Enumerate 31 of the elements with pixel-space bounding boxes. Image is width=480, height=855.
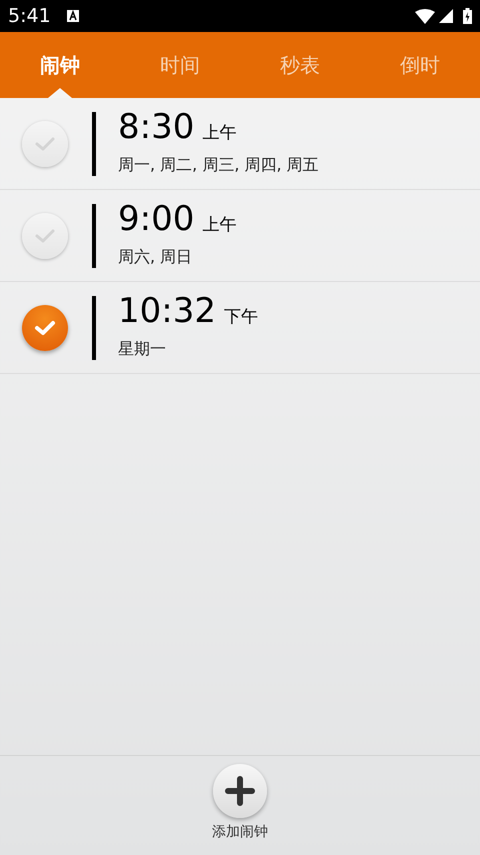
selected-tab-indicator: [48, 88, 72, 98]
alarm-toggle[interactable]: [22, 212, 68, 258]
divider-bar: [92, 296, 96, 360]
tab[interactable]: 闹钟: [0, 32, 120, 98]
battery-icon: [463, 8, 472, 24]
wifi-icon: [415, 8, 435, 24]
divider-bar: [92, 112, 96, 176]
checkmark-icon: [34, 320, 56, 336]
alarm-toggle[interactable]: [22, 304, 68, 350]
notification-icon: [66, 10, 79, 22]
alarm-time: 9:00: [118, 202, 194, 236]
add-alarm-label: 添加闹钟: [212, 823, 268, 842]
tab[interactable]: 时间: [120, 32, 240, 98]
alarm-period: 下午: [224, 306, 258, 330]
signal-icon: [439, 9, 453, 23]
status-time: 5:41: [8, 4, 51, 29]
tab[interactable]: 倒时: [360, 32, 480, 98]
plus-icon: [225, 776, 255, 806]
checkmark-icon: [34, 136, 56, 152]
alarm-days: 周一, 周二, 周三, 周四, 周五: [118, 152, 319, 177]
divider-bar: [92, 204, 96, 268]
alarm-time: 10:32: [118, 294, 216, 328]
add-button[interactable]: [213, 764, 267, 818]
alarm-period: 上午: [202, 214, 236, 238]
alarm-days: 周六, 周日: [118, 244, 236, 269]
tab[interactable]: 秒表: [240, 32, 360, 98]
alarm-days: 星期一: [118, 336, 258, 361]
alarm-period: 上午: [202, 122, 236, 146]
alarm-toggle[interactable]: [22, 120, 68, 166]
alarm-time: 8:30: [118, 110, 194, 144]
checkmark-icon: [34, 228, 56, 244]
